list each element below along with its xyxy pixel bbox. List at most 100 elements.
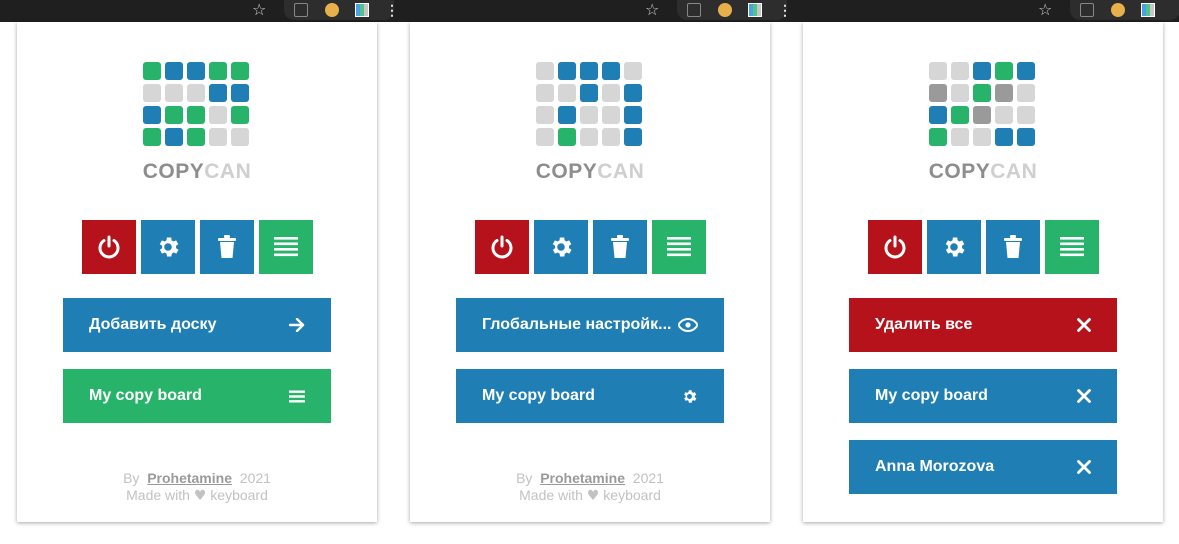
menu-icon[interactable]: ⋮	[778, 0, 792, 22]
close-icon[interactable]	[1077, 460, 1091, 474]
made-with-line: Made with ♥ keyboard	[17, 487, 377, 505]
logo-cell	[580, 84, 598, 102]
logo-cell	[143, 62, 161, 80]
author-link[interactable]: Prohetamine	[147, 470, 232, 486]
list-icon	[666, 236, 692, 258]
boards-button[interactable]	[259, 220, 313, 274]
arrow-right-icon[interactable]	[289, 318, 305, 332]
gear-icon	[941, 234, 967, 260]
copycan-extension-icon[interactable]	[748, 3, 762, 17]
credit-by: By	[123, 470, 140, 486]
eye-icon[interactable]	[678, 318, 698, 332]
logo-cell	[995, 128, 1013, 146]
power-button[interactable]	[82, 220, 136, 274]
settings-button[interactable]	[534, 220, 588, 274]
logo-text-can: CAN	[990, 160, 1038, 183]
logo-cell	[973, 84, 991, 102]
logo-cell	[536, 106, 554, 124]
gear-icon	[548, 234, 574, 260]
credit-line: By Prohetamine 2021	[410, 470, 770, 487]
extension-icon[interactable]	[1080, 3, 1094, 17]
action-button[interactable]: My copy board	[456, 369, 724, 423]
made-with-text: Made with	[126, 487, 190, 503]
logo-cell	[165, 84, 183, 102]
logo-cell	[1017, 128, 1035, 146]
logo-cell	[1017, 62, 1035, 80]
keyboard-text: keyboard	[603, 487, 661, 503]
extension-icon[interactable]	[325, 3, 339, 17]
logo-cell	[209, 84, 227, 102]
gear-icon[interactable]	[681, 388, 698, 405]
delete-button[interactable]	[986, 220, 1040, 274]
action-button[interactable]: Anna Morozova	[849, 440, 1117, 494]
gear-icon	[155, 234, 181, 260]
action-button[interactable]: My copy board	[63, 369, 331, 423]
logo-cell	[624, 62, 642, 80]
boards-button[interactable]	[1045, 220, 1099, 274]
copycan-extension-icon[interactable]	[355, 3, 369, 17]
author-link[interactable]: Prohetamine	[540, 470, 625, 486]
menu-icon[interactable]: ⋮	[385, 0, 399, 22]
power-button[interactable]	[868, 220, 922, 274]
extension-icon[interactable]	[687, 3, 701, 17]
extension-icon[interactable]	[718, 3, 732, 17]
logo-cell	[973, 106, 991, 124]
logo-cell	[143, 106, 161, 124]
logo-cell	[951, 84, 969, 102]
logo-cell	[929, 62, 947, 80]
logo-cell	[624, 128, 642, 146]
extension-popup: COPYCAN Удалить все My copy board Anna Moro…	[803, 22, 1163, 522]
logo-cell	[602, 106, 620, 124]
logo-cell	[143, 128, 161, 146]
bookmark-star-icon[interactable]: ☆	[252, 0, 266, 22]
power-icon	[882, 234, 908, 260]
action-button-label: My copy board	[875, 387, 988, 404]
logo-cell	[624, 84, 642, 102]
logo-cell	[209, 62, 227, 80]
logo-cell	[580, 128, 598, 146]
action-button-label: Удалить все	[875, 316, 973, 333]
close-icon[interactable]	[1077, 318, 1091, 332]
bookmark-star-icon[interactable]: ☆	[1038, 0, 1052, 22]
logo-cell	[143, 84, 161, 102]
close-icon[interactable]	[1077, 389, 1091, 403]
list-icon	[273, 236, 299, 258]
logo-cell	[209, 106, 227, 124]
logo-cell	[165, 62, 183, 80]
browser-toolbar: ☆ ⋮ ☆ ⋮ ☆	[0, 0, 1179, 22]
credit-year: 2021	[632, 470, 664, 486]
logo-grid	[929, 62, 1037, 146]
action-button[interactable]: Удалить все	[849, 298, 1117, 352]
logo-cell	[580, 62, 598, 80]
logo-cell	[951, 106, 969, 124]
logo-cell	[929, 84, 947, 102]
action-button-label: My copy board	[482, 387, 595, 404]
boards-button[interactable]	[652, 220, 706, 274]
logo-text-copy: COPY	[535, 160, 598, 183]
action-button[interactable]: My copy board	[849, 369, 1117, 423]
extension-icon[interactable]	[294, 3, 308, 17]
logo-text: COPYCAN	[803, 160, 1163, 184]
delete-button[interactable]	[593, 220, 647, 274]
logo-grid	[143, 62, 251, 146]
heart-icon: ♥	[586, 488, 600, 504]
logo-text-can: CAN	[597, 160, 645, 183]
copycan-extension-icon[interactable]	[1141, 3, 1155, 17]
logo-cell	[1017, 84, 1035, 102]
logo-cell	[995, 106, 1013, 124]
list-icon[interactable]	[289, 390, 305, 403]
logo-cell	[602, 84, 620, 102]
credit-year: 2021	[239, 470, 271, 486]
action-button[interactable]: Добавить доску	[63, 298, 331, 352]
logo-cell	[558, 106, 576, 124]
settings-button[interactable]	[141, 220, 195, 274]
settings-button[interactable]	[927, 220, 981, 274]
logo-cell	[187, 106, 205, 124]
logo-cell	[558, 128, 576, 146]
bookmark-star-icon[interactable]: ☆	[645, 0, 659, 22]
action-button[interactable]: Глобальные настройк...	[456, 298, 724, 352]
extension-icon[interactable]	[1111, 3, 1125, 17]
power-button[interactable]	[475, 220, 529, 274]
power-icon	[489, 234, 515, 260]
delete-button[interactable]	[200, 220, 254, 274]
